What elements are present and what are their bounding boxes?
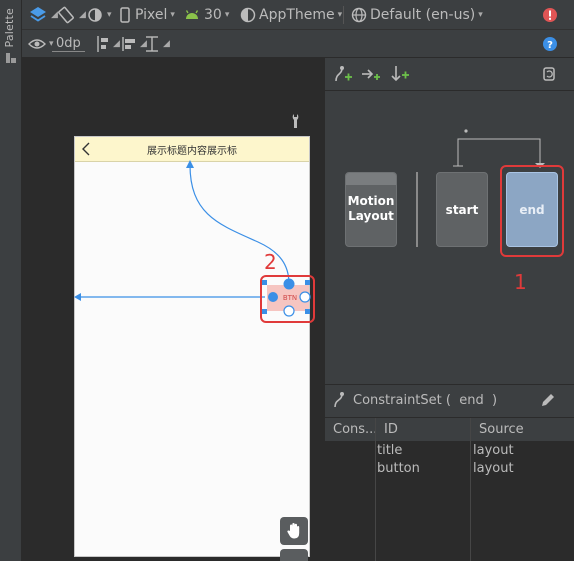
column-header-id[interactable]: ID [384,422,398,437]
motion-layout-label-line1: Motion [347,194,395,208]
annotation-number-1: 1 [514,270,527,294]
constraintset-icon [334,392,344,408]
motion-layout-header [346,173,396,185]
motion-layout-state[interactable]: Motion Layout [345,172,397,247]
state-divider [416,172,418,247]
column-divider [470,418,471,561]
annotation-frame-1 [500,165,564,257]
edit-pencil-icon[interactable] [540,392,556,408]
table-row-button-id[interactable]: button [377,461,420,476]
column-header-source[interactable]: Source [479,422,524,437]
motion-layout-label-line2: Layout [348,209,394,223]
table-row-title-source[interactable]: layout [473,443,514,458]
motion-layout-label: Motion Layout [346,194,396,224]
table-row-button-source[interactable]: layout [473,461,514,476]
start-state[interactable]: start [436,172,488,247]
column-divider [375,418,376,561]
start-state-label: start [445,203,479,217]
table-row-title-id[interactable]: title [377,443,402,458]
constraintset-title: ConstraintSet ( end ) [353,393,498,408]
column-header-constraint[interactable]: Cons... [333,422,377,437]
